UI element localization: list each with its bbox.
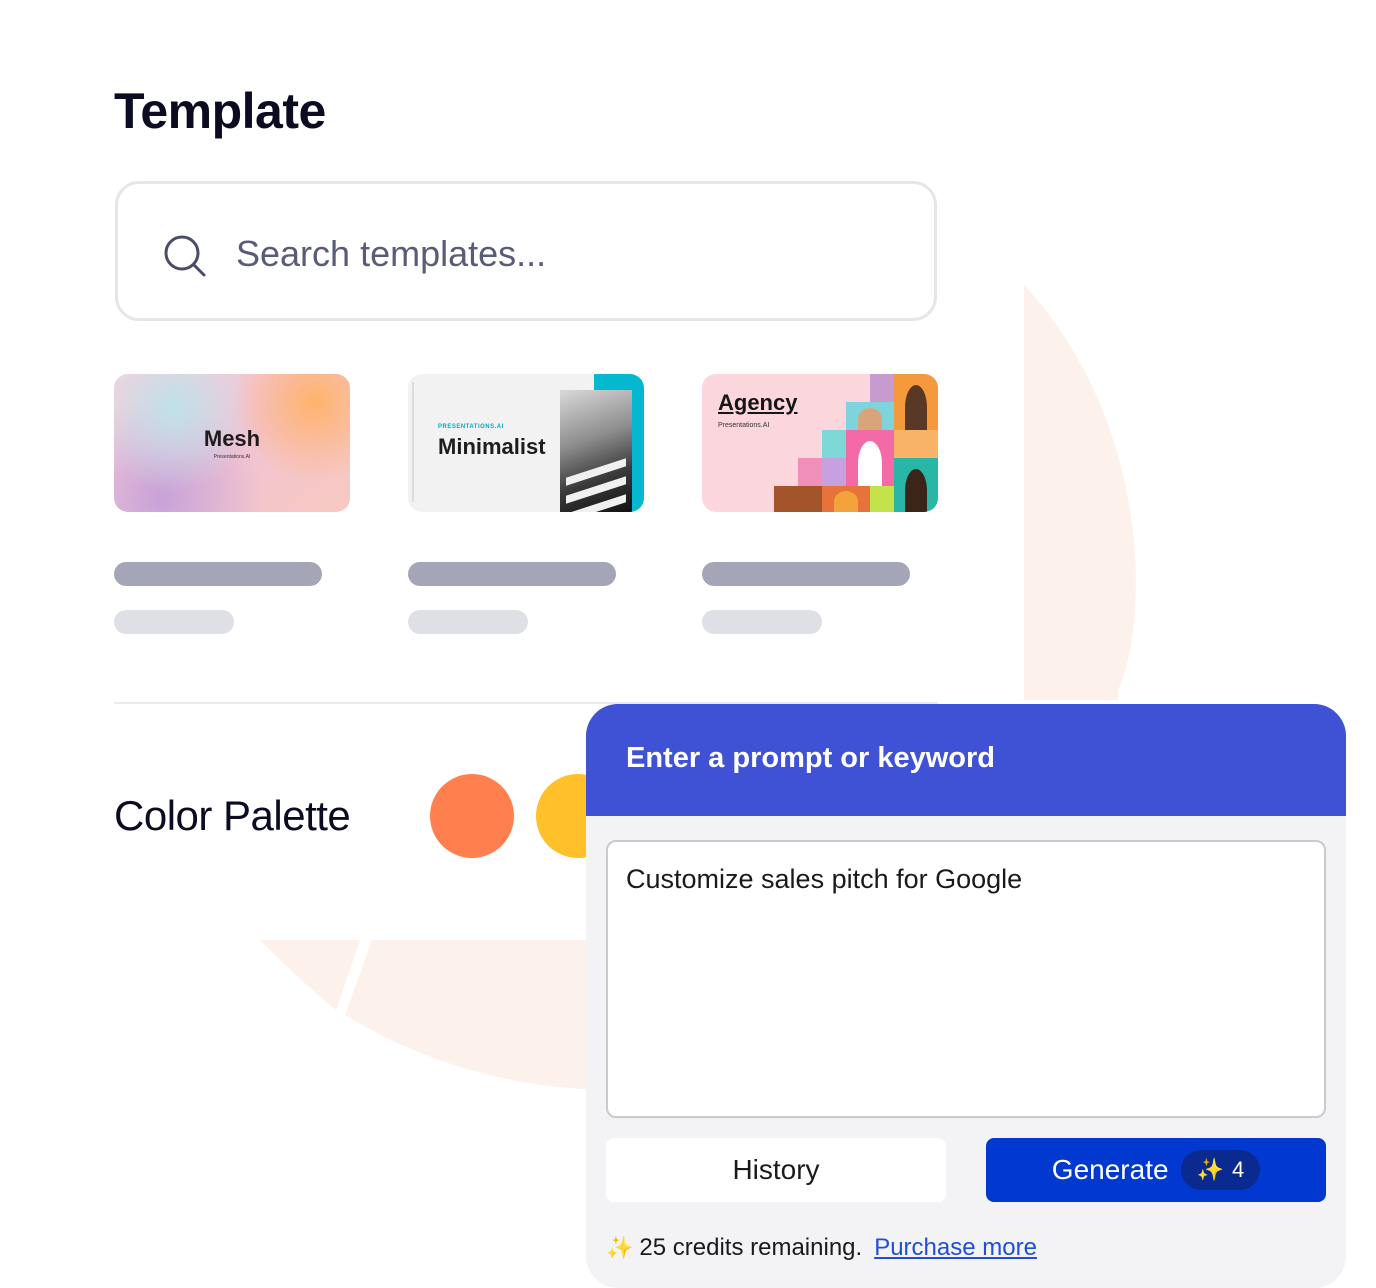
photo-tile: [894, 374, 938, 430]
template-card-name: Agency: [718, 390, 798, 415]
history-button-label: History: [732, 1154, 820, 1185]
prompt-panel-title: Enter a prompt or keyword: [626, 742, 996, 774]
history-button[interactable]: History: [606, 1138, 946, 1202]
search-icon: [164, 235, 206, 277]
photo-tile: [846, 430, 894, 486]
skeleton-title: [114, 562, 322, 586]
search-box[interactable]: [115, 181, 937, 321]
template-card-tag: PRESENTATIONS.AI: [438, 424, 504, 430]
photo-tile: [822, 458, 846, 486]
template-card-minimalist[interactable]: PRESENTATIONS.AI Minimalist: [408, 374, 644, 512]
template-card-subtitle: Presentations.AI: [718, 422, 770, 429]
color-palette-title: Color Palette: [114, 792, 351, 839]
credit-cost-badge: ✨ 4: [1180, 1150, 1261, 1190]
photo-tile: [774, 486, 822, 512]
card-decoration: [412, 382, 414, 502]
skeleton-subtitle: [114, 610, 234, 634]
template-title: Template: [114, 83, 326, 139]
building-image: [560, 390, 632, 512]
credit-cost: 4: [1231, 1157, 1245, 1182]
generate-button-label: Generate: [1051, 1154, 1169, 1185]
photo-tile: [798, 458, 822, 486]
sparkle-icon: ✨: [606, 1235, 634, 1260]
template-card-name: Mesh: [203, 426, 261, 451]
skeleton-subtitle: [408, 610, 528, 634]
purchase-more-link[interactable]: Purchase more: [874, 1234, 1037, 1262]
photo-tile: [894, 430, 938, 458]
generate-button[interactable]: Generate ✨ 4: [986, 1138, 1326, 1202]
color-swatch-orange[interactable]: [430, 774, 514, 858]
photo-tile: [822, 430, 846, 458]
photo-tile: [846, 402, 894, 430]
skeleton-subtitle: [702, 610, 822, 634]
search-input[interactable]: [236, 226, 896, 282]
template-card-name: Minimalist: [438, 434, 546, 459]
photo-tile: [822, 486, 870, 512]
photo-tile: [894, 458, 938, 512]
credits-status: ✨ 25 credits remaining. Purchase more: [606, 1234, 1037, 1262]
photo-tile: [870, 486, 894, 512]
credits-remaining-text: 25 credits remaining.: [639, 1234, 863, 1261]
template-card-agency[interactable]: Agency Presentations.AI: [702, 374, 938, 512]
sparkle-icon: ✨: [1196, 1157, 1224, 1182]
skeleton-title: [702, 562, 910, 586]
prompt-input[interactable]: [606, 840, 1326, 1118]
template-card-subtitle: Presentations.AI: [213, 454, 251, 460]
prompt-panel-header: Enter a prompt or keyword: [586, 704, 1346, 816]
photo-tile: [870, 374, 894, 402]
skeleton-title: [408, 562, 616, 586]
template-card-mesh[interactable]: Mesh Presentations.AI: [114, 374, 350, 512]
prompt-panel: Enter a prompt or keyword History Genera…: [586, 704, 1346, 1288]
